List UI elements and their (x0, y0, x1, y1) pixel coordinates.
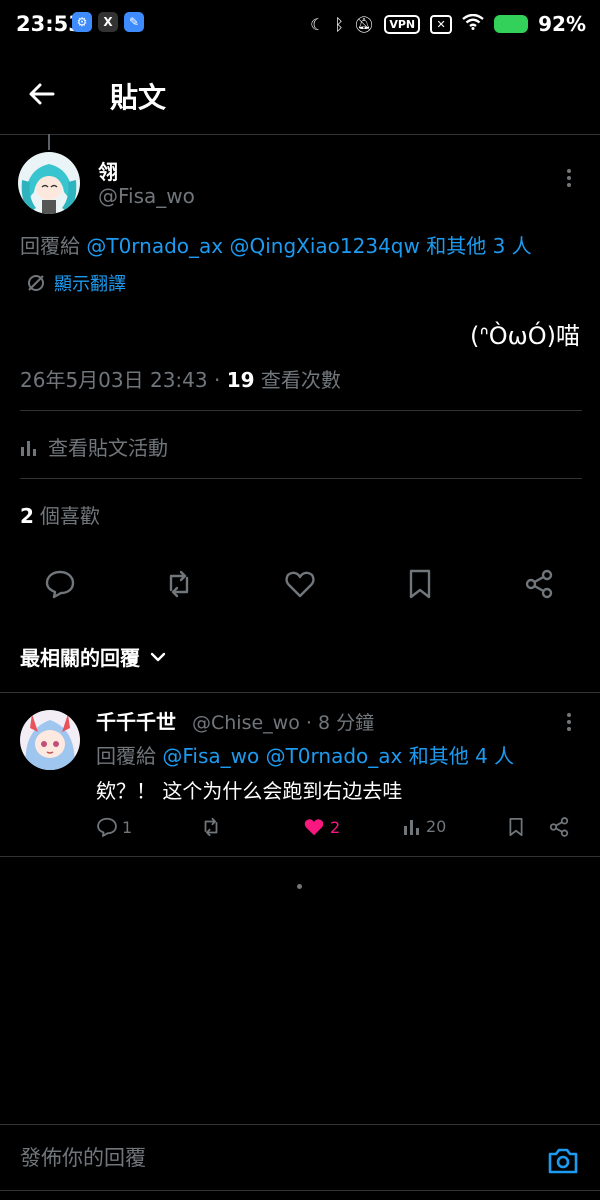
likes-label: 個喜歡 (39, 504, 100, 528)
reply-like-button[interactable]: 2 (302, 816, 340, 838)
bookmark-icon[interactable] (404, 568, 436, 600)
reply-avatar[interactable] (20, 710, 80, 770)
reply-sort-dropdown[interactable]: 最相關的回覆 (20, 642, 166, 671)
bluetooth-icon: ᛒ (334, 14, 345, 34)
reply-comment-icon (97, 817, 117, 837)
chevron-down-icon (150, 652, 166, 661)
reply-compose-input[interactable] (20, 1146, 500, 1170)
compose-divider (0, 1124, 600, 1125)
sim-off-icon: ✕ (430, 14, 453, 34)
bell-off-icon: 🔕︎ (354, 14, 375, 34)
reply-like-count: 2 (330, 817, 341, 837)
reply-icon[interactable] (44, 568, 76, 600)
translate-icon (28, 275, 44, 291)
reply-reply-mentions[interactable]: @Fisa_wo @T0rnado_ax 和其他 4 人 (162, 744, 514, 768)
thread-line (48, 134, 50, 150)
post-more-icon[interactable] (559, 166, 579, 190)
replies-divider (0, 692, 600, 693)
reply-author-handle[interactable]: @Chise_wo · 8 分鐘 (192, 708, 374, 735)
activity-label: 查看貼文活動 (48, 436, 168, 460)
reply-more-icon[interactable] (559, 710, 579, 734)
share-icon[interactable] (523, 568, 555, 600)
reply-repost-button[interactable] (200, 816, 222, 838)
views-label: 查看次數 (254, 368, 341, 392)
reply-bookmark-icon (509, 818, 523, 836)
reply-repost-icon (204, 817, 218, 837)
likes-summary[interactable]: 2 個喜歡 (20, 500, 100, 529)
post-meta: 26年5月03日 23:43 · 19 查看次數 (20, 364, 341, 393)
reply-share-button[interactable] (548, 816, 570, 838)
reply-bookmark-button[interactable] (506, 816, 526, 838)
reply-views-icon (404, 820, 419, 835)
camera-icon[interactable] (546, 1146, 580, 1176)
reply-reply-to: 回覆給 @Fisa_wo @T0rnado_ax 和其他 4 人 (96, 740, 514, 769)
translate-label: 顯示翻譯 (54, 274, 126, 295)
moon-icon: ☾ (310, 14, 325, 34)
feather-app-icon: ✎ (124, 12, 144, 32)
post-body: (ᐢÒωÓ)喵 (470, 322, 580, 350)
translate-button[interactable]: 顯示翻譯 (26, 270, 126, 296)
analytics-icon (21, 440, 36, 456)
reply-views-button[interactable]: 20 (402, 816, 446, 836)
like-icon[interactable] (284, 568, 316, 600)
reply-reply-prefix: 回覆給 (96, 744, 163, 768)
header-divider (0, 134, 600, 135)
author-handle[interactable]: @Fisa_wo (98, 184, 195, 208)
status-indicators: ☾ ᛒ 🔕︎ VPN ✕ 92% (310, 12, 586, 36)
views-count: 19 (226, 368, 255, 392)
reply-author-name[interactable]: 千千千世 (96, 706, 176, 735)
loading-dot (297, 884, 302, 889)
post-activity-link[interactable]: 查看貼文活動 (20, 432, 168, 461)
likes-count: 2 (20, 504, 34, 528)
reply-mentions[interactable]: @T0rnado_ax @QingXiao1234qw 和其他 3 人 (86, 234, 531, 258)
status-bar: 23:53 ⚙ X ✎ ☾ ᛒ 🔕︎ VPN ✕ 92% (0, 0, 600, 50)
x-app-icon: X (98, 12, 118, 32)
bottom-divider (0, 1190, 600, 1191)
reply-body: 欸？！ 这个为什么会跑到右边去哇 (96, 779, 403, 803)
reply-views-count: 20 (426, 816, 447, 836)
reply-heart-filled-icon (304, 819, 324, 836)
back-arrow-icon[interactable] (26, 78, 58, 110)
activity-divider (20, 478, 582, 479)
gear-app-icon: ⚙ (72, 12, 92, 32)
reply-divider (0, 856, 600, 857)
page-title: 貼文 (110, 81, 167, 114)
battery-icon (494, 15, 529, 33)
post-reply-to: 回覆給 @T0rnado_ax @QingXiao1234qw 和其他 3 人 (20, 230, 532, 259)
wifi-icon (462, 13, 484, 34)
author-name[interactable]: 翎 (98, 156, 118, 185)
reply-comment-count: 1 (122, 817, 133, 837)
post-timestamp: 26年5月03日 23:43 · (20, 368, 227, 392)
header (0, 60, 600, 130)
reply-prefix: 回覆給 (20, 234, 87, 258)
status-app-icons: ⚙ X ✎ (72, 12, 144, 32)
battery-percent: 92% (538, 12, 586, 36)
author-avatar[interactable] (18, 152, 80, 214)
reply-comment-button[interactable]: 1 (96, 816, 132, 838)
sort-label: 最相關的回覆 (20, 646, 140, 670)
reply-share-icon (549, 817, 569, 837)
vpn-badge: VPN (384, 14, 421, 34)
meta-divider (20, 410, 582, 411)
repost-icon[interactable] (163, 568, 195, 600)
